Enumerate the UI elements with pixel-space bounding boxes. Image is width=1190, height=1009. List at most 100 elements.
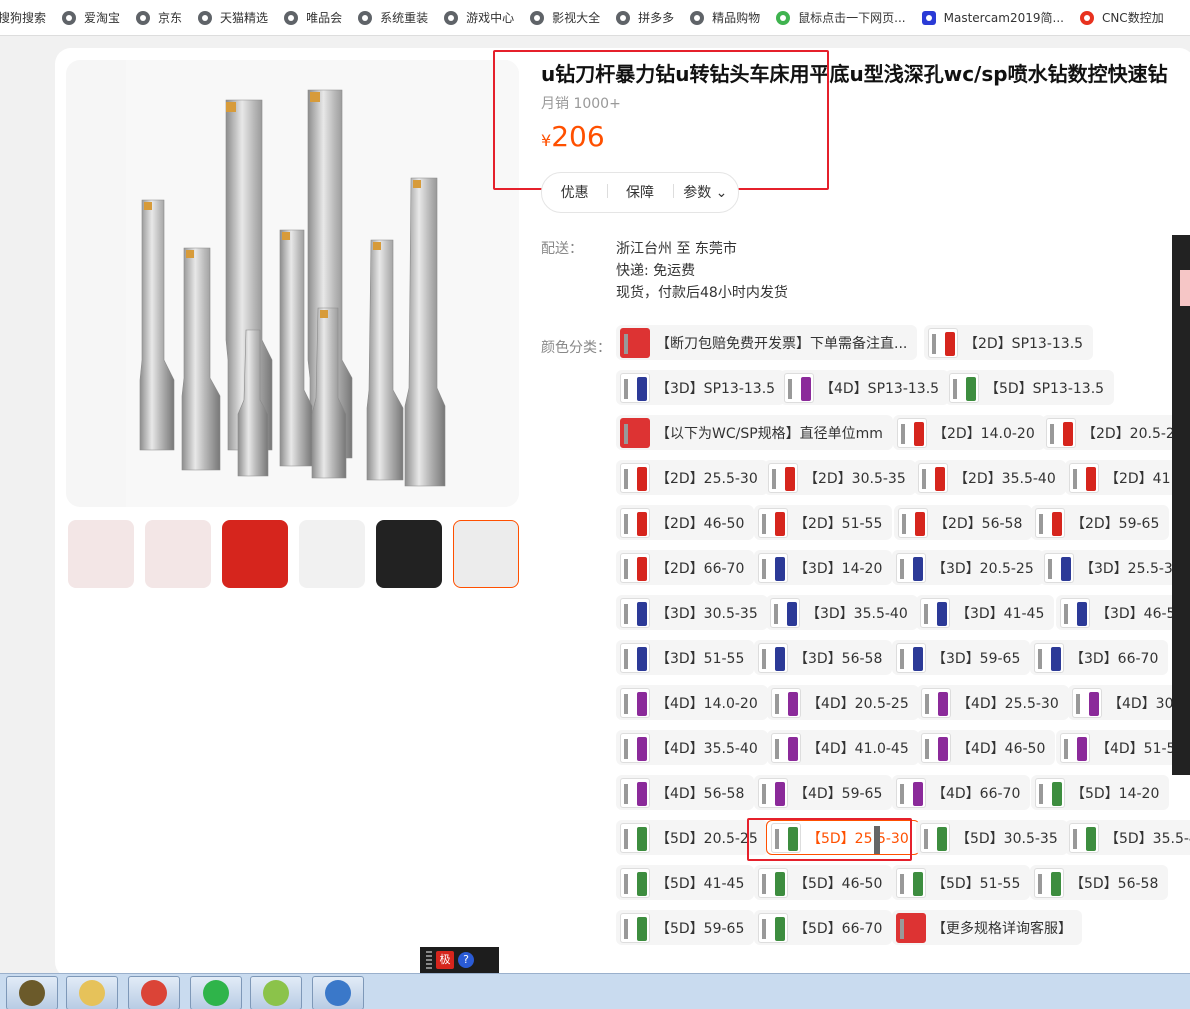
sku-option[interactable]: 【4D】56-58: [616, 775, 755, 810]
bookmark-item[interactable]: 鼠标点击一下网页...: [776, 0, 906, 35]
tab-guarantee[interactable]: 保障: [607, 182, 672, 202]
sku-option[interactable]: 【5D】56-58: [1030, 865, 1169, 900]
bookmark-label: 游戏中心: [466, 11, 515, 25]
bookmark-label: Mastercam2019简...: [943, 11, 1064, 25]
sku-option-label: 【3D】14-20: [794, 560, 883, 577]
sku-option[interactable]: 【2D】59-65: [1031, 505, 1170, 540]
bookmark-item[interactable]: 精品购物: [690, 0, 760, 35]
product-main-image[interactable]: [66, 60, 519, 507]
sku-option[interactable]: 【2D】56-58: [894, 505, 1033, 540]
globe-icon: [444, 10, 459, 25]
bookmark-item[interactable]: 唯品会: [284, 0, 342, 35]
ime-mode-icon[interactable]: 极: [436, 951, 454, 969]
sku-option[interactable]: 【2D】25.5-30: [616, 460, 768, 495]
sku-option[interactable]: 【2D】20.5-25: [1042, 415, 1190, 450]
sku-option[interactable]: 【5D】66-70: [754, 910, 893, 945]
sku-thumbnail-icon: [1034, 642, 1064, 673]
sku-option[interactable]: 【5D】51-55: [892, 865, 1031, 900]
sku-option[interactable]: 【5D】41-45: [616, 865, 755, 900]
sku-option[interactable]: 【4D】41.0-45: [767, 730, 919, 765]
sku-option-label: 【2D】SP13-13.5: [964, 335, 1084, 352]
sku-option[interactable]: 【3D】51-55: [616, 640, 755, 675]
sku-option[interactable]: 【5D】SP13-13.5: [945, 370, 1115, 405]
sku-option[interactable]: 【3D】56-58: [754, 640, 893, 675]
side-panel-tab[interactable]: [1180, 270, 1190, 306]
sku-option[interactable]: 【4D】25.5-30: [917, 685, 1069, 720]
sku-option[interactable]: 【2D】35.5-40: [914, 460, 1066, 495]
bookmark-item[interactable]: CNC数控加: [1079, 0, 1164, 35]
sku-option[interactable]: 【4D】51-55: [1056, 730, 1190, 765]
sku-option-label: 【2D】51-55: [794, 515, 883, 532]
sku-option[interactable]: 【3D】SP13-13.5: [616, 370, 786, 405]
thumbnail-1[interactable]: [68, 520, 134, 588]
sku-option[interactable]: 【4D】46-50: [917, 730, 1056, 765]
bookmark-item[interactable]: 京东: [136, 0, 182, 35]
sku-thumbnail-icon: [897, 417, 927, 448]
sku-option[interactable]: 【3D】20.5-25: [892, 550, 1044, 585]
sku-option[interactable]: 【5D】20.5-25: [616, 820, 768, 855]
sku-option[interactable]: 【以下为WC/SP规格】直径单位mm: [616, 415, 893, 450]
sku-option[interactable]: 【4D】35.5-40: [616, 730, 768, 765]
sku-option[interactable]: 【3D】14-20: [754, 550, 893, 585]
sku-option[interactable]: 【5D】59-65: [616, 910, 755, 945]
bookmark-item[interactable]: 天猫精选: [198, 0, 268, 35]
sku-option[interactable]: 【4D】14.0-20: [616, 685, 768, 720]
tab-params[interactable]: 参数 ⌄: [672, 182, 738, 202]
sku-option[interactable]: 【2D】14.0-20: [893, 415, 1045, 450]
sku-option[interactable]: 【断刀包赔免费开发票】下单需备注直...: [616, 325, 918, 360]
sku-option[interactable]: 【2D】66-70: [616, 550, 755, 585]
sku-option-label: 【5D】41-45: [656, 875, 745, 892]
bookmark-item[interactable]: 搜狗搜索: [0, 0, 46, 35]
bookmark-item[interactable]: Mastercam2019简...: [921, 0, 1064, 35]
taskbar-button[interactable]: [6, 976, 58, 1009]
sku-option[interactable]: 【2D】51-55: [754, 505, 893, 540]
sku-option[interactable]: 【3D】25.5-30: [1040, 550, 1190, 585]
sku-option[interactable]: 【5D】14-20: [1031, 775, 1170, 810]
thumbnail-strip: [66, 520, 526, 590]
sku-option[interactable]: 【3D】46-50: [1056, 595, 1190, 630]
tab-discount[interactable]: 优惠: [542, 182, 607, 202]
thumbnail-3[interactable]: [222, 520, 288, 588]
ime-toolbar[interactable]: 极 ?: [420, 947, 499, 973]
thumbnail-2[interactable]: [145, 520, 211, 588]
sku-option[interactable]: 【2D】46-50: [616, 505, 755, 540]
sku-option[interactable]: 【5D】35.5-40: [1065, 820, 1190, 855]
thumbnail-4[interactable]: [299, 520, 365, 588]
sku-option[interactable]: 【2D】SP13-13.5: [924, 325, 1094, 360]
sku-option[interactable]: 【4D】66-70: [892, 775, 1031, 810]
bookmark-item[interactable]: 游戏中心: [444, 0, 515, 35]
help-icon[interactable]: ?: [458, 952, 474, 968]
info-tabs: 优惠 保障 参数 ⌄: [541, 172, 739, 213]
sku-option[interactable]: 【5D】46-50: [754, 865, 893, 900]
thumbnail-6[interactable]: [453, 520, 519, 588]
sku-option[interactable]: 【2D】30.5-35: [764, 460, 916, 495]
sku-option[interactable]: 【3D】35.5-40: [766, 595, 918, 630]
sku-option[interactable]: 【4D】20.5-25: [767, 685, 919, 720]
bookmark-item[interactable]: 爱淘宝: [62, 0, 120, 35]
thumbnail-5[interactable]: [376, 520, 442, 588]
sku-thumbnail-icon: [928, 327, 958, 358]
sku-option[interactable]: 【3D】66-70: [1030, 640, 1169, 675]
u-drill-tools-illustration: [126, 60, 519, 507]
bookmark-item[interactable]: 影视大全: [530, 0, 600, 35]
sku-option-label: 【2D】46-50: [656, 515, 745, 532]
bookmark-item[interactable]: 系统重装: [358, 0, 428, 35]
taskbar-button[interactable]: [250, 976, 302, 1009]
taskbar-button[interactable]: [128, 976, 180, 1009]
sku-option[interactable]: 【5D】30.5-35: [916, 820, 1068, 855]
sku-thumbnail-icon: [770, 597, 800, 628]
sku-option[interactable]: 【4D】59-65: [754, 775, 893, 810]
sku-thumbnail-icon: [896, 912, 926, 943]
sku-option[interactable]: 【更多规格详询客服】: [892, 910, 1082, 945]
taskbar-button[interactable]: [190, 976, 242, 1009]
taskbar-button[interactable]: [312, 976, 364, 1009]
taskbar-button[interactable]: [66, 976, 118, 1009]
baidu-paw-icon: [921, 10, 936, 25]
sku-option[interactable]: 【4D】SP13-13.5: [780, 370, 950, 405]
sku-option[interactable]: 【3D】59-65: [892, 640, 1031, 675]
bookmark-item[interactable]: 拼多多: [616, 0, 674, 35]
drag-handle-icon[interactable]: [426, 951, 432, 969]
sku-option[interactable]: 【3D】30.5-35: [616, 595, 768, 630]
sku-option[interactable]: 【3D】41-45: [916, 595, 1055, 630]
annotation-box-title-price: [493, 50, 829, 190]
